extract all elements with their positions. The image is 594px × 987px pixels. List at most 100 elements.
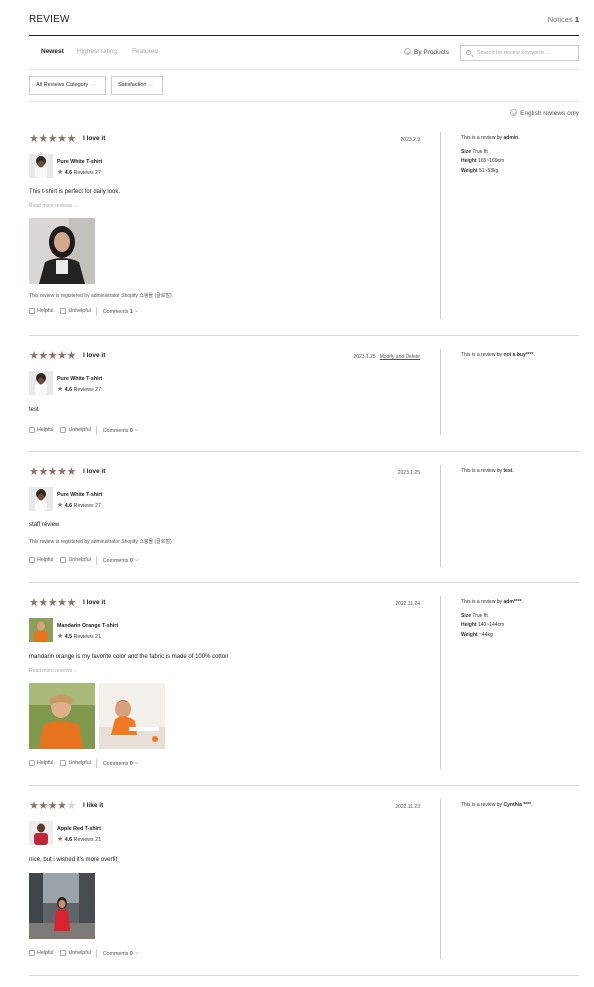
product-thumbnail[interactable]	[29, 618, 53, 642]
helpful-label: Helpful	[37, 950, 54, 957]
comments-button[interactable]: Comments 0 ⌵	[103, 557, 139, 564]
by-products-toggle[interactable]: By Products	[404, 48, 449, 56]
divider	[96, 759, 98, 768]
review-by-label: This is a review by	[461, 599, 503, 605]
review-date: 2022.11.24	[395, 601, 420, 607]
reviews-label: Reviews	[73, 837, 94, 843]
unhelpful-label: Unhelpful	[68, 760, 91, 767]
helpful-button[interactable]: Helpful	[29, 950, 54, 957]
product-thumbnail[interactable]	[29, 371, 53, 395]
thumbs-down-icon	[60, 760, 67, 767]
chevron-down-icon: ⌵	[134, 557, 139, 563]
helpful-button[interactable]: Helpful	[29, 760, 54, 767]
read-more-link[interactable]: Read more reviews ⌵	[29, 203, 77, 209]
product-thumbnail[interactable]	[29, 821, 53, 845]
product-name[interactable]: Pure White T-shirt	[57, 492, 102, 498]
unhelpful-button[interactable]: Unhelpful	[60, 308, 91, 315]
helpful-button[interactable]: Helpful	[29, 308, 54, 315]
review-item: ★★★★★ I love it 2023.2.9 Pure White T-sh…	[29, 132, 579, 336]
weight-label: Weight	[461, 167, 478, 174]
size-label: Size	[461, 148, 472, 155]
review-by-line: This is a review by Cynthia ****.	[461, 801, 579, 811]
review-title: I love it	[83, 135, 106, 142]
category-dropdown[interactable]: All Reviews Category ⌵	[29, 76, 106, 95]
review-photo[interactable]	[99, 683, 165, 749]
product-name[interactable]: Mandarin Orange T-shirt	[57, 623, 118, 629]
size-value: True fit	[472, 148, 488, 155]
helpful-button[interactable]: Helpful	[29, 557, 54, 564]
product-thumbnail[interactable]	[29, 154, 53, 178]
review-by-line: This is a review by adm****.	[461, 598, 579, 608]
tab-featured[interactable]: Featured	[132, 48, 158, 55]
star-icon: ★	[57, 386, 64, 393]
thumbs-down-icon	[60, 427, 67, 434]
thumbs-up-icon	[29, 557, 35, 564]
reviewer-weight: Weight 51~53kg	[461, 167, 579, 177]
unhelpful-button[interactable]: Unhelpful	[60, 427, 91, 434]
review-actions: Helpful Unhelpful Comments 0 ⌵	[29, 949, 138, 958]
read-more-label: Read more reviews	[29, 203, 73, 209]
tab-highest-rating[interactable]: Highest rating	[77, 48, 117, 55]
chevron-down-icon: ⌵	[149, 82, 154, 88]
reviewer-info: This is a review by test.	[461, 467, 579, 477]
search-input[interactable]: Search for review keywords ...	[477, 50, 551, 56]
comments-count: 0	[129, 557, 133, 564]
reviewer-name: Cynthia ****	[503, 802, 532, 808]
product-name[interactable]: Pure White T-shirt	[57, 376, 102, 382]
english-only-toggle[interactable]: English reviews only	[510, 109, 579, 117]
unhelpful-button[interactable]: Unhelpful	[60, 760, 91, 767]
english-only-label: English reviews only	[520, 110, 579, 117]
review-body: nice, but i wished it's more overfit	[29, 857, 118, 863]
review-date: 2023.2.9	[400, 137, 420, 143]
helpful-button[interactable]: Helpful	[29, 427, 54, 434]
reviewer-name: adm****	[503, 599, 522, 605]
chevron-down-icon: ⌵	[134, 427, 139, 433]
unhelpful-label: Unhelpful	[68, 557, 91, 564]
sort-tabs: Newest Highest rating Featured By Produc…	[29, 37, 579, 70]
product-rating: ★ 4.6 Reviews 27	[57, 385, 101, 393]
review-photo[interactable]	[29, 683, 95, 749]
comments-button[interactable]: Comments 0 ⌵	[103, 427, 139, 434]
thumbs-down-icon	[60, 557, 67, 564]
height-value: 140~144cm	[477, 622, 505, 628]
review-by-line: This is a review by test.	[461, 467, 579, 477]
comments-button[interactable]: Comments 0 ⌵	[103, 950, 139, 957]
search-box[interactable]: Search for review keywords ...	[460, 45, 579, 61]
star-icon: ★	[57, 502, 64, 509]
by-products-label: By Products	[414, 49, 450, 56]
unhelpful-button[interactable]: Unhelpful	[60, 557, 91, 564]
unhelpful-button[interactable]: Unhelpful	[60, 950, 91, 957]
column-divider	[440, 349, 441, 435]
review-photo[interactable]	[29, 873, 95, 939]
thumbs-up-icon	[29, 308, 35, 315]
review-by-line: This is a review by admin.	[461, 134, 579, 144]
helpful-label: Helpful	[37, 308, 54, 315]
product-name[interactable]: Apple Red T-shirt	[57, 826, 101, 832]
column-divider	[440, 132, 441, 319]
review-body: mandarin orange is my favorite color and…	[29, 654, 229, 660]
comments-button[interactable]: Comments 1 ⌵	[103, 308, 139, 315]
notices-link[interactable]: Notices 1	[548, 15, 579, 24]
modify-delete-link[interactable]: Modify and Delete	[380, 354, 420, 360]
review-photo[interactable]	[29, 218, 95, 284]
review-by-label: This is a review by	[461, 135, 503, 141]
notices-label: Notices	[547, 15, 573, 24]
thumbs-up-icon	[29, 950, 35, 957]
divider	[96, 949, 98, 958]
tab-newest[interactable]: Newest	[41, 48, 64, 55]
review-by-label: This is a review by	[461, 352, 503, 358]
review-date: 2023.1.25	[353, 354, 376, 360]
reviewer-name: admin	[503, 135, 519, 141]
reviewer-suffix: .	[533, 352, 535, 358]
product-rating-value: 4.6	[64, 837, 73, 843]
helpful-label: Helpful	[37, 427, 54, 434]
product-thumbnail[interactable]	[29, 487, 53, 511]
read-more-link[interactable]: Read more reviews ⌵	[29, 668, 77, 674]
reviews-label: Reviews	[73, 387, 94, 393]
product-review-count: 27	[95, 503, 102, 509]
product-rating-value: 4.6	[64, 503, 73, 509]
review-item: ★★★★★ I love it 2023.1.25 Pure White T-s…	[29, 465, 579, 583]
comments-button[interactable]: Comments 0 ⌵	[103, 760, 139, 767]
satisfaction-dropdown[interactable]: Satisfaction ⌵	[111, 76, 163, 95]
product-name[interactable]: Pure White T-shirt	[57, 159, 102, 165]
